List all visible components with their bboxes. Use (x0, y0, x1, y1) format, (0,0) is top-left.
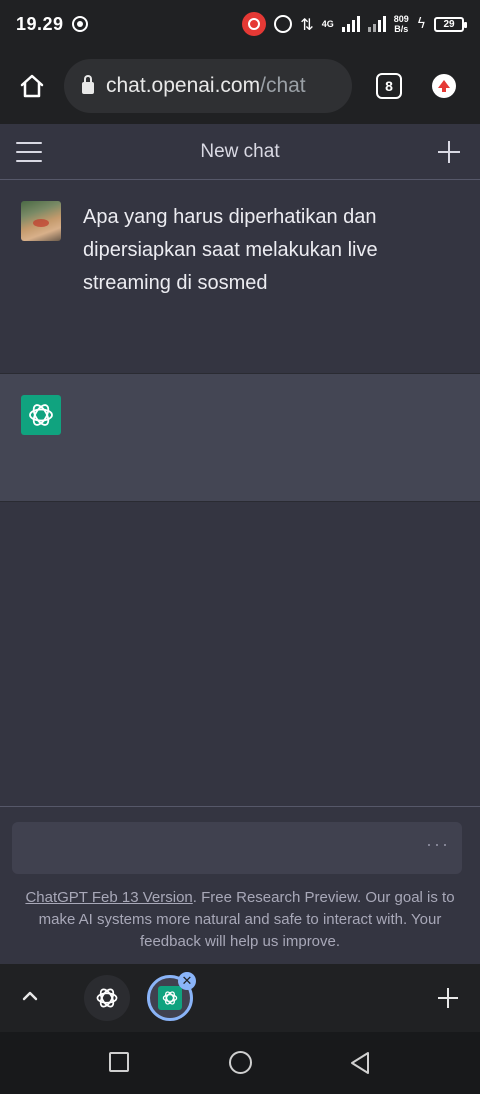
close-icon[interactable]: ✕ (178, 972, 196, 990)
circle-icon[interactable] (229, 1051, 252, 1074)
tabs-button[interactable]: 8 (376, 73, 402, 99)
status-bar: 19.29 ⇅ 4G 809 B/s ϟ 29 (0, 0, 480, 48)
browser-toolbar: chat.openai.com/chat 8 (0, 48, 480, 124)
url-path: /chat (260, 74, 306, 97)
tab-strip: ✕ (0, 964, 480, 1032)
openai-logo-icon (29, 404, 53, 426)
message-input[interactable]: ··· (12, 822, 462, 874)
status-time: 19.29 (16, 13, 64, 34)
tab-count: 8 (385, 78, 393, 94)
page-title: New chat (200, 140, 280, 162)
battery-level: 29 (443, 18, 455, 30)
plus-icon[interactable] (438, 988, 458, 1008)
chevron-up-icon[interactable] (22, 988, 38, 1004)
charging-icon: ϟ (416, 16, 426, 32)
home-button[interactable] (14, 68, 50, 104)
chatgpt-logo-icon (96, 988, 118, 1008)
url-host: chat.openai.com (106, 74, 261, 97)
home-icon (20, 74, 44, 98)
composer: ··· ChatGPT Feb 13 Version. Free Researc… (0, 806, 480, 964)
target-icon (71, 16, 88, 32)
screen-record-icon (242, 12, 267, 36)
user-message: Apa yang harus diperhatikan dan dipersia… (0, 181, 480, 374)
speed-unit: B/s (394, 24, 409, 34)
signal-icon (341, 16, 360, 32)
chatgpt-logo-icon (21, 395, 61, 435)
data-arrows-icon: ⇅ (300, 14, 314, 34)
lock-icon (82, 75, 94, 94)
tab-chatgpt[interactable] (84, 975, 130, 1021)
footer-disclaimer: ChatGPT Feb 13 Version. Free Research Pr… (14, 887, 466, 953)
upload-icon[interactable] (432, 74, 456, 98)
chatgpt-logo-icon (158, 986, 182, 1010)
more-icon[interactable]: ··· (426, 834, 450, 855)
new-chat-button[interactable] (438, 141, 460, 163)
address-bar[interactable]: chat.openai.com/chat (64, 59, 352, 113)
system-navigation-bar (0, 1032, 480, 1094)
alarm-icon (274, 15, 293, 33)
menu-icon[interactable] (16, 142, 42, 162)
back-icon[interactable] (349, 1051, 371, 1075)
network-speed: 809 B/s (394, 14, 409, 34)
user-message-text: Apa yang harus diperhatikan dan dipersia… (83, 206, 378, 294)
version-link[interactable]: ChatGPT Feb 13 Version (25, 889, 192, 906)
assistant-message (0, 374, 480, 502)
chat-header: New chat (0, 124, 480, 180)
signal-icon (367, 16, 386, 32)
status-icons: ⇅ 4G 809 B/s ϟ 29 (242, 12, 467, 36)
speed-value: 809 (393, 14, 409, 24)
square-icon[interactable] (109, 1052, 129, 1072)
network-type: 4G (321, 19, 334, 29)
battery-icon: 29 (434, 16, 467, 32)
user-avatar (21, 201, 61, 241)
